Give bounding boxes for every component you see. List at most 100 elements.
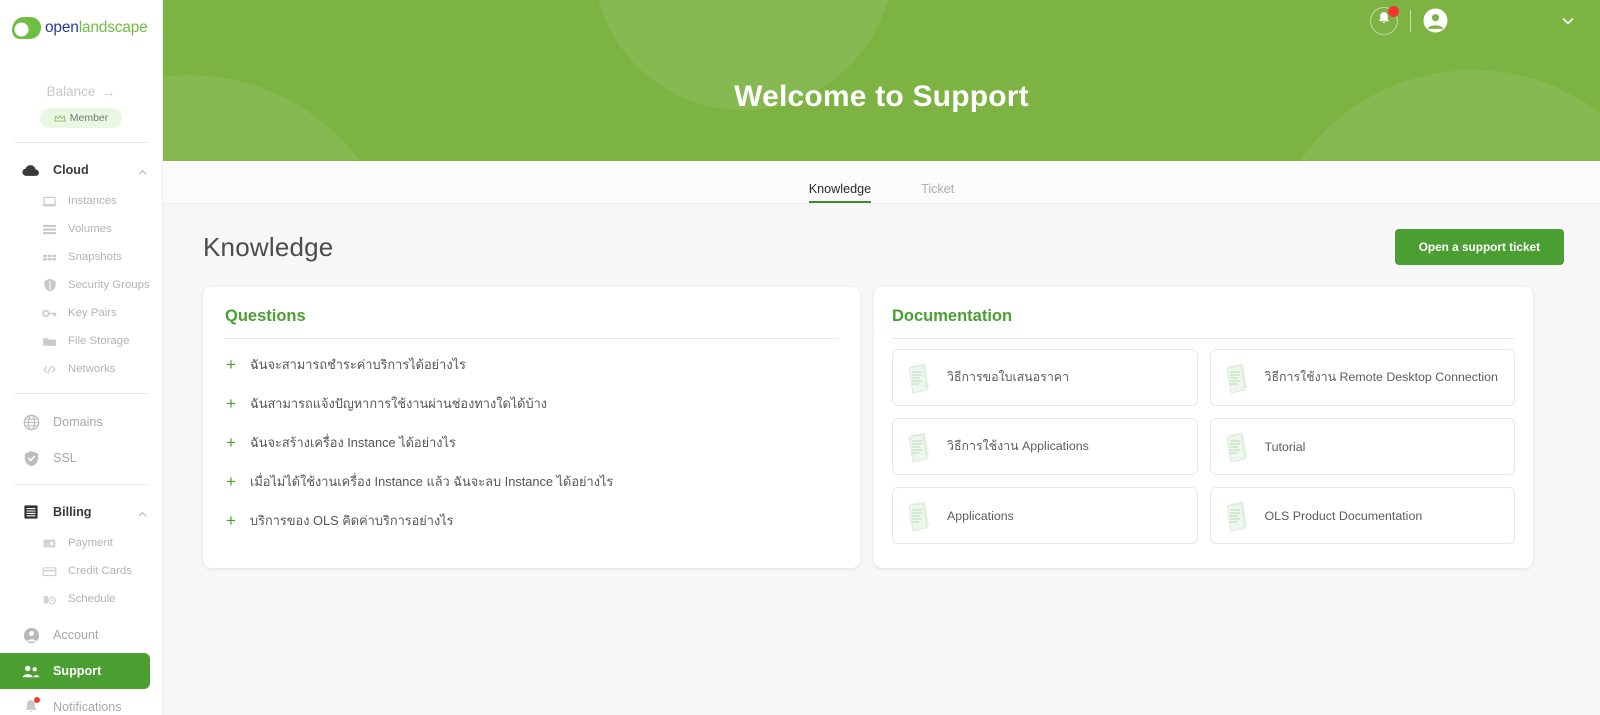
documentation-item[interactable]: OLS Product Documentation bbox=[1209, 487, 1515, 544]
member-badge-label: Member bbox=[69, 112, 109, 124]
plus-icon: + bbox=[226, 394, 236, 413]
documentation-item[interactable]: Applications bbox=[892, 487, 1198, 544]
documentation-item[interactable]: วิธีการใช้งาน Remote Desktop Connection bbox=[1209, 349, 1515, 406]
sidebar-item-snapshots[interactable]: Snapshots bbox=[0, 243, 162, 271]
question-item[interactable]: + ฉันจะสามารถชำระค่าบริการได้อย่างไร bbox=[225, 345, 838, 384]
questions-card-title: Questions bbox=[225, 307, 306, 325]
sidebar-item-schedule[interactable]: Schedule bbox=[0, 585, 162, 613]
page-hero-title: Welcome to Support bbox=[734, 80, 1029, 113]
sidebar-item-networks-label: Networks bbox=[68, 363, 116, 375]
shield-check-icon bbox=[22, 449, 40, 467]
main-area: Welcome to Support Knowledge Ticket Know… bbox=[163, 0, 1600, 715]
question-item[interactable]: + ฉันจะสร้างเครื่อง Instance ได้อย่างไร bbox=[225, 423, 838, 462]
documentation-grid: วิธีการขอใบเสนอราคา วิธีการใช้งาน Remote… bbox=[892, 349, 1515, 544]
sidebar-group-cloud-label: Cloud bbox=[53, 163, 89, 177]
page-title: Knowledge bbox=[203, 231, 334, 262]
snapshots-icon bbox=[42, 250, 57, 265]
sidebar-item-instances-label: Instances bbox=[68, 195, 117, 207]
sidebar: openlandscape Balance → Member Cloud Ins… bbox=[0, 0, 163, 715]
nav-divider bbox=[14, 142, 148, 143]
question-label: ฉันสามารถแจ้งปัญหาการใช้งานผ่านช่องทางใด… bbox=[250, 396, 548, 411]
sidebar-group-billing-label: Billing bbox=[53, 505, 92, 519]
notification-badge-dot bbox=[1388, 5, 1399, 17]
arrow-right-icon: → bbox=[101, 83, 116, 100]
page-content: Knowledge Open a support ticket Question… bbox=[163, 204, 1600, 568]
tab-ticket[interactable]: Ticket bbox=[921, 182, 954, 203]
sidebar-item-account[interactable]: Account bbox=[0, 617, 162, 653]
user-menu-chevron-down-icon[interactable] bbox=[1560, 13, 1576, 29]
notification-badge-dot bbox=[34, 697, 40, 703]
documentation-item[interactable]: Tutorial bbox=[1209, 418, 1515, 475]
sidebar-item-domains-label: Domains bbox=[53, 415, 103, 429]
notifications-button[interactable] bbox=[1370, 5, 1399, 35]
shield-icon bbox=[42, 278, 57, 293]
document-stack-icon bbox=[905, 500, 935, 532]
brand-wordmark: openlandscape bbox=[45, 19, 148, 37]
sidebar-item-schedule-label: Schedule bbox=[68, 593, 116, 605]
documentation-item-label: วิธีการขอใบเสนอราคา bbox=[947, 370, 1070, 384]
document-stack-icon bbox=[1223, 500, 1253, 532]
cloud-icon bbox=[22, 161, 40, 179]
tab-knowledge[interactable]: Knowledge bbox=[808, 182, 872, 203]
page-hero: Welcome to Support bbox=[163, 0, 1600, 161]
sidebar-item-payment[interactable]: Payment bbox=[0, 529, 162, 557]
nav-divider bbox=[14, 393, 148, 394]
sidebar-item-notifications-label: Notifications bbox=[53, 700, 122, 714]
balance-link[interactable]: Balance → bbox=[0, 84, 162, 99]
sidebar-item-credit-cards[interactable]: Credit Cards bbox=[0, 557, 162, 585]
sidebar-item-domains[interactable]: Domains bbox=[0, 404, 162, 440]
tab-bar: Knowledge Ticket bbox=[163, 161, 1600, 204]
question-label: เมื่อไม่ได้ใช้งานเครื่อง Instance แล้ว ฉ… bbox=[250, 474, 614, 489]
questions-card: Questions + ฉันจะสามารถชำระค่าบริการได้อ… bbox=[203, 287, 860, 568]
globe-icon bbox=[22, 413, 40, 431]
sidebar-item-key-pairs[interactable]: Key Pairs bbox=[0, 299, 162, 327]
sidebar-item-notifications[interactable]: Notifications bbox=[0, 689, 162, 715]
sidebar-item-ssl[interactable]: SSL bbox=[0, 440, 162, 476]
documentation-item[interactable]: วิธีการขอใบเสนอราคา bbox=[892, 349, 1198, 406]
question-item[interactable]: + บริการของ OLS คิดค่าบริการอย่างไร bbox=[225, 501, 838, 540]
sidebar-item-payment-label: Payment bbox=[68, 537, 113, 549]
sidebar-item-support[interactable]: Support bbox=[0, 653, 150, 689]
sidebar-item-security-groups[interactable]: Security Groups bbox=[0, 271, 162, 299]
brand-logo[interactable]: openlandscape bbox=[0, 0, 162, 56]
nav-divider bbox=[14, 484, 148, 485]
sidebar-item-credit-cards-label: Credit Cards bbox=[68, 565, 132, 577]
documentation-card-title: Documentation bbox=[892, 307, 1013, 325]
documentation-card: Documentation วิธีการขอใบเสนอราคา วิธีกา… bbox=[874, 287, 1533, 568]
sidebar-item-file-storage-label: File Storage bbox=[68, 335, 130, 347]
balance-label: Balance bbox=[46, 84, 96, 99]
logo-landscape-text: landscape bbox=[78, 19, 148, 36]
plus-icon: + bbox=[226, 433, 236, 452]
documentation-item-label: Tutorial bbox=[1264, 439, 1306, 454]
cards-row: Questions + ฉันจะสามารถชำระค่าบริการได้อ… bbox=[203, 287, 1564, 568]
question-item[interactable]: + เมื่อไม่ได้ใช้งานเครื่อง Instance แล้ว… bbox=[225, 462, 838, 501]
sidebar-item-file-storage[interactable]: File Storage bbox=[0, 327, 162, 355]
documentation-item-label: OLS Product Documentation bbox=[1264, 508, 1423, 523]
member-badge: Member bbox=[40, 108, 122, 128]
sidebar-item-networks[interactable]: Networks bbox=[0, 355, 162, 383]
sidebar-group-billing[interactable]: Billing bbox=[0, 495, 162, 529]
open-support-ticket-button[interactable]: Open a support ticket bbox=[1394, 229, 1564, 265]
laptop-icon bbox=[42, 194, 57, 209]
support-icon bbox=[22, 662, 40, 680]
documentation-item-label: วิธีการใช้งาน Remote Desktop Connection bbox=[1264, 370, 1498, 384]
question-item[interactable]: + ฉันสามารถแจ้งปัญหาการใช้งานผ่านช่องทาง… bbox=[225, 384, 838, 423]
sidebar-item-volumes[interactable]: Volumes bbox=[0, 215, 162, 243]
sidebar-item-security-groups-label: Security Groups bbox=[68, 279, 150, 291]
sidebar-item-key-pairs-label: Key Pairs bbox=[68, 307, 117, 319]
sidebar-group-cloud[interactable]: Cloud bbox=[0, 153, 162, 187]
sidebar-item-instances[interactable]: Instances bbox=[0, 187, 162, 215]
question-label: บริการของ OLS คิดค่าบริการอย่างไร bbox=[250, 513, 454, 528]
wallet-icon bbox=[42, 536, 57, 551]
documentation-item-label: วิธีการใช้งาน Applications bbox=[947, 439, 1089, 453]
logo-open-text: open bbox=[45, 19, 79, 36]
plus-icon: + bbox=[226, 355, 236, 374]
documentation-item[interactable]: วิธีการใช้งาน Applications bbox=[892, 418, 1198, 475]
volumes-icon bbox=[42, 222, 57, 237]
avatar[interactable] bbox=[1423, 8, 1448, 33]
plus-icon: + bbox=[226, 511, 236, 530]
card-divider bbox=[225, 338, 838, 339]
key-icon bbox=[42, 306, 57, 321]
question-label: ฉันจะสร้างเครื่อง Instance ได้อย่างไร bbox=[250, 435, 456, 450]
sidebar-item-ssl-label: SSL bbox=[53, 451, 77, 465]
